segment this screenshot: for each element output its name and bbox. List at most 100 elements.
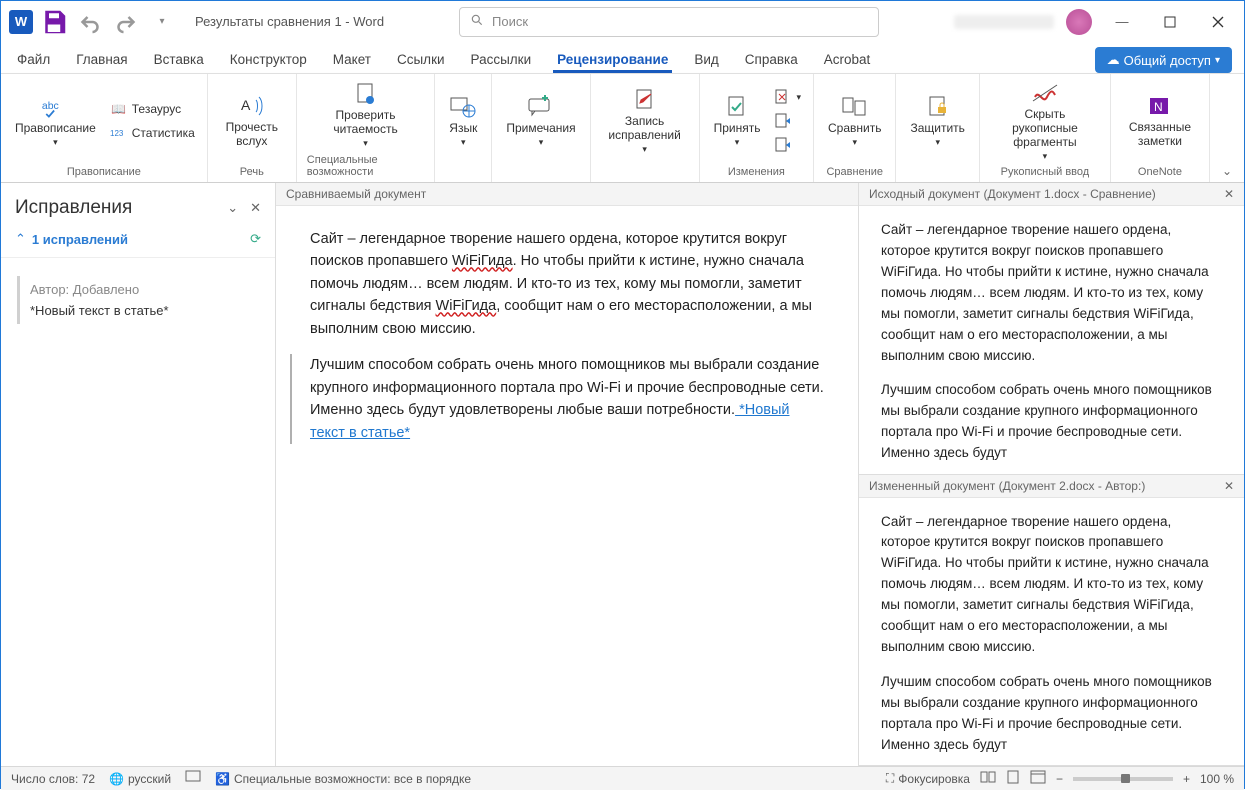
next-change-button[interactable] (772, 134, 803, 156)
prev-change-button[interactable] (772, 110, 803, 132)
user-avatar[interactable] (1066, 9, 1092, 35)
close-original-pane[interactable]: ✕ (1224, 187, 1234, 201)
revision-item[interactable]: Автор: Добавлено *Новый текст в статье* (17, 276, 259, 324)
reject-button[interactable]: ▾ (772, 86, 803, 108)
original-document-pane: Исходный документ (Документ 1.docx - Сра… (859, 183, 1244, 475)
zoom-out-button[interactable]: − (1056, 772, 1063, 786)
read-mode-button[interactable] (980, 770, 996, 787)
group-ink: Рукописный ввод (1001, 164, 1090, 180)
tab-file[interactable]: Файл (13, 48, 54, 73)
word-count-button[interactable]: 123Статистика (108, 122, 197, 144)
spelling-label: Правописание (15, 121, 96, 135)
accessibility-icon (352, 82, 380, 106)
language-button[interactable]: Язык ▾ (445, 93, 481, 150)
chevron-down-icon: ▾ (1215, 55, 1220, 66)
tab-review[interactable]: Рецензирование (553, 48, 672, 73)
accessibility-status[interactable]: ♿Специальные возможности: все в порядке (215, 772, 471, 786)
group-changes: Изменения (728, 164, 785, 180)
stats-label: Статистика (132, 126, 195, 140)
tab-help[interactable]: Справка (741, 48, 802, 73)
language-icon (449, 95, 477, 119)
revised-doc-title: Измененный документ (Документ 2.docx - А… (869, 479, 1145, 493)
linked-notes-button[interactable]: N Связанные заметки (1121, 92, 1199, 150)
compare-label: Сравнить (828, 121, 881, 135)
undo-button[interactable] (75, 8, 105, 36)
share-button[interactable]: ☁ Общий доступ ▾ (1095, 47, 1232, 73)
focus-mode-button[interactable]: ⛶Фокусировка (886, 771, 970, 786)
comments-button[interactable]: Примечания ▾ (502, 93, 579, 150)
zoom-in-button[interactable]: + (1183, 772, 1190, 786)
print-layout-button[interactable] (1006, 770, 1020, 787)
thesaurus-label: Тезаурус (132, 102, 181, 116)
revised-document-pane: Измененный документ (Документ 2.docx - А… (859, 475, 1244, 767)
minimize-button[interactable]: — (1104, 8, 1140, 36)
title-bar: W ▾ Результаты сравнения 1 - Word Поиск … (1, 1, 1244, 43)
maximize-button[interactable] (1152, 8, 1188, 36)
search-placeholder: Поиск (492, 14, 528, 29)
paragraph: Лучшим способом собрать очень много помо… (290, 354, 824, 444)
redo-button[interactable] (111, 8, 141, 36)
display-settings-status[interactable] (185, 770, 201, 787)
revisions-dropdown[interactable]: ⌄ (227, 200, 238, 216)
tab-acrobat[interactable]: Acrobat (820, 48, 875, 73)
track-label: Запись исправлений (605, 114, 685, 142)
track-changes-button[interactable]: Запись исправлений ▾ (601, 86, 689, 157)
paragraph: Лучшим способом собрать очень много помо… (881, 672, 1222, 756)
close-button[interactable] (1200, 8, 1236, 36)
spelling-button[interactable]: abc Правописание ▾ (11, 93, 100, 150)
revisions-pane: Исправления ⌄ ✕ ⌃ 1 исправлений ⟳ Автор:… (1, 183, 276, 766)
search-box[interactable]: Поиск (459, 7, 879, 37)
compare-button[interactable]: Сравнить ▾ (824, 93, 885, 150)
read-aloud-label: Прочесть вслух (222, 120, 282, 148)
web-layout-button[interactable] (1030, 770, 1046, 787)
revisions-refresh-icon[interactable]: ⟳ (250, 231, 261, 247)
tab-design[interactable]: Конструктор (226, 48, 311, 73)
accept-button[interactable]: Принять ▾ (710, 93, 765, 150)
revised-doc-body[interactable]: Сайт – легендарное творение нашего орден… (859, 498, 1244, 766)
spellcheck-word: WiFiГида (436, 298, 497, 314)
language-label: Язык (449, 121, 477, 135)
group-comments (539, 164, 542, 180)
thesaurus-button[interactable]: 📖Тезаурус (108, 98, 197, 120)
status-bar: Число слов: 72 🌐русский ♿Специальные воз… (1, 766, 1244, 790)
spelling-icon: abc (41, 95, 69, 119)
tab-home[interactable]: Главная (72, 48, 131, 73)
group-speech: Речь (240, 164, 264, 180)
read-aloud-button[interactable]: A Прочесть вслух (218, 92, 286, 150)
revisions-close[interactable]: ✕ (250, 200, 261, 216)
tab-view[interactable]: Вид (690, 48, 722, 73)
hide-ink-button[interactable]: Скрыть рукописные фрагменты ▾ (990, 79, 1100, 164)
revisions-title: Исправления (15, 197, 221, 219)
original-doc-body[interactable]: Сайт – легендарное творение нашего орден… (859, 206, 1244, 474)
qat-dropdown[interactable]: ▾ (147, 8, 177, 36)
close-revised-pane[interactable]: ✕ (1224, 479, 1234, 493)
language-status[interactable]: 🌐русский (109, 772, 171, 786)
group-language (462, 164, 465, 180)
comments-label: Примечания (506, 121, 575, 135)
collapse-ribbon-button[interactable]: ⌄ (1220, 162, 1234, 180)
compared-doc-body[interactable]: Сайт – легендарное творение нашего орден… (276, 206, 858, 480)
tab-references[interactable]: Ссылки (393, 48, 449, 73)
revisions-collapse-icon[interactable]: ⌃ (15, 231, 26, 247)
tab-mailings[interactable]: Рассылки (467, 48, 536, 73)
tab-layout[interactable]: Макет (329, 48, 375, 73)
check-accessibility-button[interactable]: Проверить читаемость ▾ (327, 80, 405, 151)
protect-button[interactable]: Защитить ▾ (906, 93, 968, 150)
save-button[interactable] (39, 8, 69, 36)
svg-text:abc: abc (42, 99, 59, 111)
zoom-slider[interactable] (1073, 777, 1173, 781)
document-title: Результаты сравнения 1 - Word (195, 14, 384, 29)
svg-text:A: A (241, 97, 251, 113)
reject-icon (774, 88, 792, 106)
word-count-status[interactable]: Число слов: 72 (11, 772, 95, 786)
svg-text:N: N (1154, 100, 1163, 114)
spellcheck-word: WiFiГида (452, 253, 513, 269)
revision-author: Автор: Добавлено (30, 282, 249, 297)
tab-insert[interactable]: Вставка (150, 48, 208, 73)
zoom-level[interactable]: 100 % (1200, 772, 1234, 786)
comments-icon (527, 95, 555, 119)
track-changes-icon (631, 88, 659, 112)
group-accessibility: Специальные возможности (307, 152, 424, 180)
group-onenote: OneNote (1138, 164, 1182, 180)
share-label: Общий доступ (1124, 53, 1211, 68)
